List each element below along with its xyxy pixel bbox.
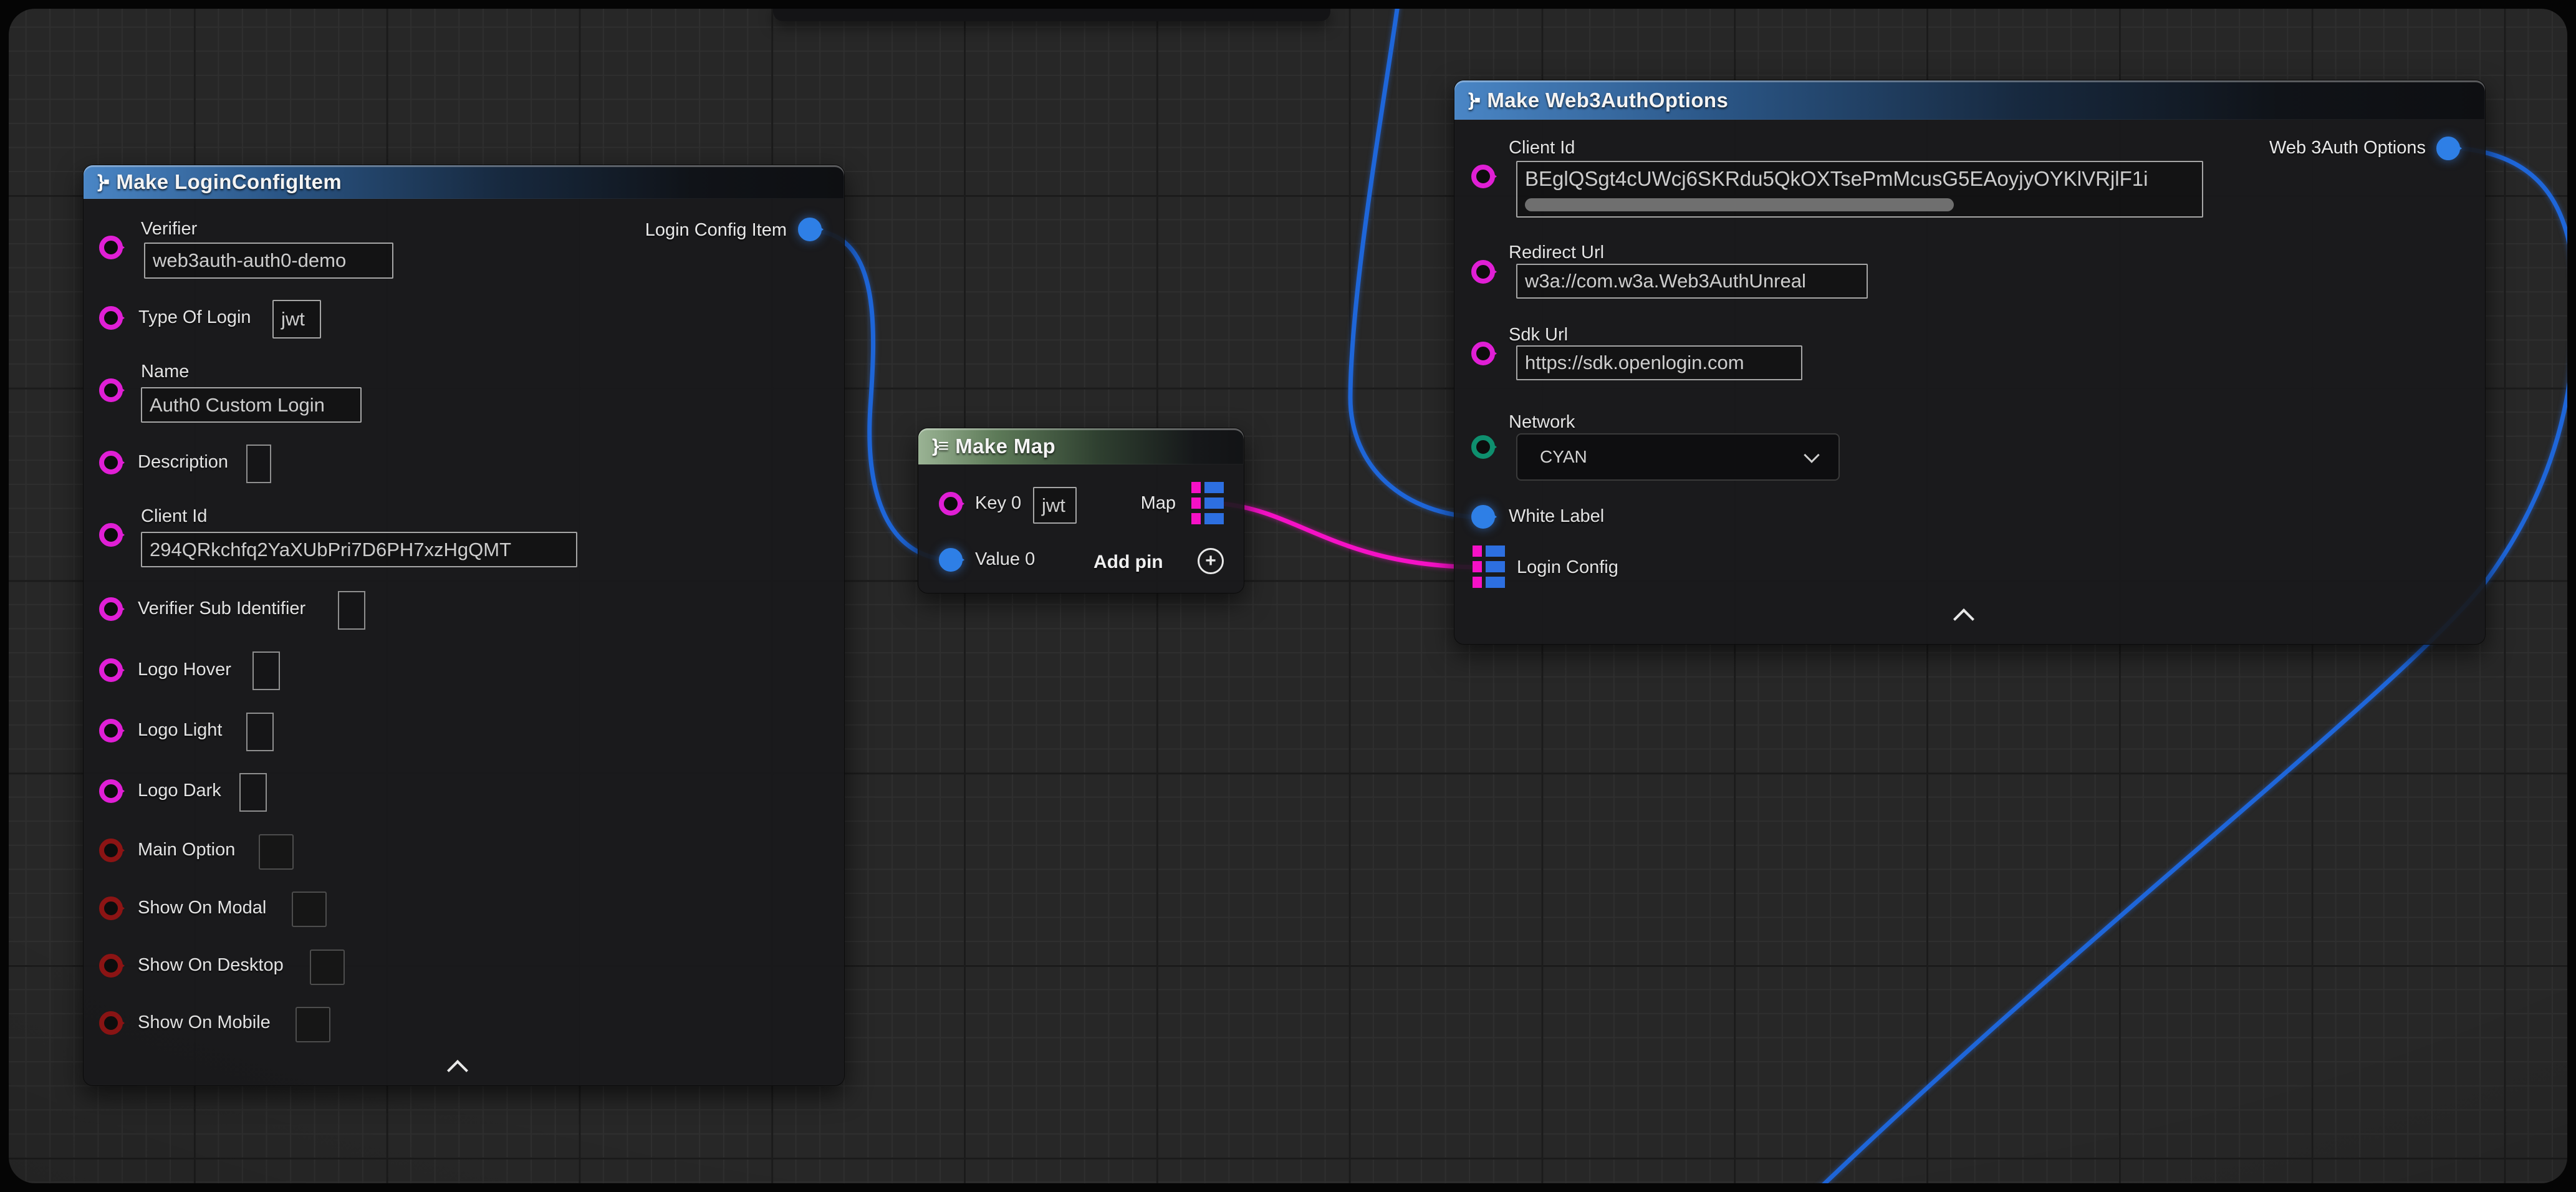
pin-description[interactable] — [99, 451, 123, 474]
pin-verifier-sub-identifier[interactable] — [99, 597, 123, 621]
output-pin-label: Web 3Auth Options — [2269, 138, 2426, 158]
show-on-desktop-checkbox[interactable] — [310, 949, 345, 985]
pin-redirect-url[interactable] — [1471, 260, 1495, 284]
pin-value-0[interactable] — [939, 548, 963, 572]
pin-client-id[interactable] — [1471, 165, 1495, 188]
pin-label-redirect-url: Redirect Url — [1509, 243, 1604, 263]
pin-sdk-url[interactable] — [1471, 342, 1495, 365]
pin-label-logo-light: Logo Light — [138, 720, 222, 741]
blueprint-canvas[interactable]: }▪ Make LoginConfigItem Login Config Ite… — [9, 9, 2567, 1183]
node-header[interactable]: }▪ Make LoginConfigItem — [84, 165, 844, 199]
description-input[interactable] — [246, 445, 271, 483]
pin-label-logo-dark: Logo Dark — [138, 781, 221, 801]
pin-label-name: Name — [141, 362, 189, 382]
logo-light-input[interactable] — [246, 713, 274, 751]
pin-label-show-on-mobile: Show On Mobile — [138, 1012, 271, 1033]
node-title: Make LoginConfigItem — [116, 170, 342, 194]
type-of-login-input[interactable]: jwt — [272, 300, 321, 339]
add-pin-icon[interactable]: + — [1198, 548, 1224, 574]
sdk-url-input[interactable]: https://sdk.openlogin.com — [1516, 345, 1802, 380]
make-struct-icon: }▪ — [1468, 90, 1479, 111]
client-id-scrollbar[interactable] — [1525, 198, 1954, 211]
pin-label-sdk-url: Sdk Url — [1509, 325, 1568, 345]
node-header[interactable]: }≡ Make Map — [918, 428, 1244, 464]
output-pin-web3auth-options[interactable] — [2436, 137, 2460, 160]
output-pin-map[interactable] — [1191, 482, 1224, 524]
pin-label-verifier-sub-identifier: Verifier Sub Identifier — [138, 598, 305, 619]
node-title: Make Map — [955, 435, 1055, 458]
show-on-mobile-checkbox[interactable] — [296, 1007, 330, 1042]
pin-logo-light[interactable] — [99, 719, 123, 743]
pin-label-main-option: Main Option — [138, 840, 235, 860]
key-0-input[interactable]: jwt — [1033, 487, 1077, 524]
pin-label-login-config: Login Config — [1517, 557, 1618, 578]
pin-label-value-0: Value 0 — [975, 549, 1035, 570]
node-make-web3authoptions[interactable]: }▪ Make Web3AuthOptions Web 3Auth Option… — [1454, 80, 2486, 645]
collapse-node-chevron-icon[interactable] — [447, 1060, 468, 1081]
pin-label-show-on-desktop: Show On Desktop — [138, 955, 284, 976]
output-pin-label: Map — [1141, 493, 1176, 514]
pin-label-description: Description — [138, 452, 228, 473]
pin-verifier[interactable] — [99, 236, 123, 259]
pin-name[interactable] — [99, 378, 123, 402]
offscreen-node-edge — [773, 9, 1330, 21]
pin-type-of-login[interactable] — [99, 306, 123, 330]
pin-show-on-mobile[interactable] — [99, 1011, 123, 1035]
pin-label-client-id: Client Id — [141, 506, 207, 527]
node-title: Make Web3AuthOptions — [1487, 89, 1728, 112]
output-pin-login-config-item[interactable] — [798, 218, 822, 241]
node-header[interactable]: }▪ Make Web3AuthOptions — [1454, 80, 2485, 120]
pin-label-network: Network — [1509, 412, 1575, 433]
output-pin-label: Login Config Item — [645, 220, 787, 241]
pin-label-show-on-modal: Show On Modal — [138, 898, 266, 918]
verifier-input[interactable]: web3auth-auth0-demo — [144, 243, 393, 279]
name-input[interactable]: Auth0 Custom Login — [141, 387, 362, 423]
logo-hover-input[interactable] — [252, 651, 280, 690]
collapse-node-chevron-icon[interactable] — [1953, 608, 1974, 630]
chevron-down-icon — [1804, 447, 1819, 463]
verifier-sub-identifier-input[interactable] — [338, 591, 365, 630]
logo-dark-input[interactable] — [239, 773, 267, 812]
pin-client-id[interactable] — [99, 523, 123, 547]
network-dropdown[interactable]: CYAN — [1516, 433, 1840, 481]
pin-main-option[interactable] — [99, 839, 123, 862]
pin-label-client-id: Client Id — [1509, 138, 1575, 158]
pin-label-logo-hover: Logo Hover — [138, 660, 231, 680]
pin-show-on-modal[interactable] — [99, 896, 123, 920]
pin-logo-dark[interactable] — [99, 779, 123, 803]
node-make-loginconfigitem[interactable]: }▪ Make LoginConfigItem Login Config Ite… — [83, 165, 845, 1086]
pin-login-config[interactable] — [1473, 546, 1505, 588]
pin-label-key-0: Key 0 — [975, 493, 1021, 514]
client-id-input[interactable]: 294QRkchfq2YaXUbPri7D6PH7xzHgQMT — [141, 532, 577, 567]
pin-logo-hover[interactable] — [99, 658, 123, 682]
make-struct-icon: }▪ — [97, 171, 108, 193]
add-pin-label[interactable]: Add pin — [1093, 552, 1163, 573]
pin-network[interactable] — [1471, 435, 1495, 459]
pin-white-label[interactable] — [1471, 505, 1495, 529]
pin-label-type-of-login: Type Of Login — [138, 307, 251, 328]
pin-label-white-label: White Label — [1509, 506, 1604, 527]
main-option-checkbox[interactable] — [259, 834, 294, 870]
make-map-icon: }≡ — [932, 436, 948, 457]
window-frame: }▪ Make LoginConfigItem Login Config Ite… — [0, 0, 2576, 1192]
pin-label-verifier: Verifier — [141, 219, 197, 239]
node-make-map[interactable]: }≡ Make Map Key 0 jwt Map Value 0 Add pi… — [918, 428, 1244, 594]
pin-key-0[interactable] — [939, 492, 963, 516]
pin-show-on-desktop[interactable] — [99, 954, 123, 978]
client-id-input[interactable]: BEglQSgt4cUWcj6SKRdu5QkOXTsePmMcusG5EAoy… — [1516, 161, 2203, 218]
show-on-modal-checkbox[interactable] — [292, 892, 327, 927]
redirect-url-input[interactable]: w3a://com.w3a.Web3AuthUnreal — [1516, 264, 1868, 299]
